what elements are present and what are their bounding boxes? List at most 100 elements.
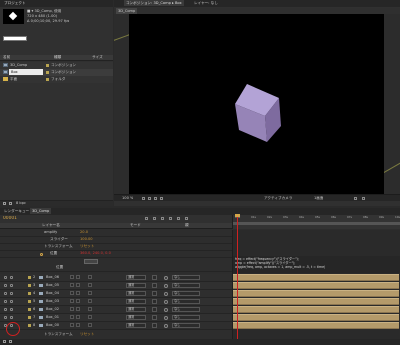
layer-row[interactable]: 3 Box_05 通常 なし <box>0 282 232 290</box>
twirl-icon[interactable] <box>22 276 25 279</box>
collapse-switch[interactable] <box>76 323 80 327</box>
twirl-icon[interactable] <box>22 324 25 327</box>
tab-3d-comp-timeline[interactable]: 3D_Comp <box>30 208 52 214</box>
eye-icon[interactable] <box>4 292 7 295</box>
trkmat-switch[interactable] <box>152 283 157 288</box>
layer-duration-bar[interactable] <box>233 298 399 305</box>
trkmat-switch[interactable] <box>152 323 157 328</box>
property-row[interactable]: amplify 20.0 <box>0 230 232 237</box>
label-swatch[interactable] <box>28 316 31 319</box>
label-swatch[interactable] <box>46 78 49 81</box>
toggle-modes-icon[interactable] <box>9 340 12 343</box>
snapshot-icon[interactable] <box>154 197 157 200</box>
layer-row[interactable]: 6 Box_02 通常 なし <box>0 306 232 314</box>
trkmat-switch[interactable] <box>152 291 157 296</box>
layer-duration-bar[interactable] <box>233 314 399 321</box>
eye-icon[interactable] <box>4 284 7 287</box>
solo-icon[interactable] <box>10 316 13 319</box>
trkmat-switch[interactable] <box>152 315 157 320</box>
layer-row[interactable]: 8 Box_00 通常 なし <box>0 322 232 330</box>
shy-icon[interactable] <box>161 217 164 220</box>
col-parent[interactable]: 親 <box>185 223 189 228</box>
shy-switch[interactable] <box>70 283 74 287</box>
layer-name[interactable]: Box_04 <box>46 291 59 296</box>
tab-layer[interactable]: レイヤー: なし <box>192 0 220 6</box>
search-field[interactable] <box>3 36 27 41</box>
shy-switch[interactable] <box>70 307 74 311</box>
new-folder-icon[interactable] <box>9 202 12 205</box>
label-swatch[interactable] <box>28 308 31 311</box>
pickwhip-icon[interactable] <box>164 292 168 296</box>
solo-icon[interactable] <box>10 308 13 311</box>
col-name[interactable]: 名前 <box>3 55 10 60</box>
layer-duration-bar[interactable] <box>233 306 399 313</box>
comp-viewer[interactable] <box>129 14 384 194</box>
twirl-icon[interactable] <box>22 284 25 287</box>
layer-row[interactable]: 7 Box_01 通常 なし <box>0 314 232 322</box>
trkmat-switch[interactable] <box>152 299 157 304</box>
collapse-switch[interactable] <box>76 307 80 311</box>
layer-name[interactable]: Box_03 <box>46 299 59 304</box>
3d-switch[interactable] <box>88 283 92 287</box>
layer-name[interactable]: Box_06 <box>46 275 59 280</box>
property-row[interactable]: 位置 360.0, 240.0, 0.0 <box>0 251 232 258</box>
shy-switch[interactable] <box>70 323 74 327</box>
twirl-icon[interactable] <box>22 300 25 303</box>
playhead-handle[interactable] <box>235 214 240 217</box>
label-swatch[interactable] <box>28 284 31 287</box>
property-value[interactable]: 360.0, 240.0, 0.0 <box>80 251 111 256</box>
project-item[interactable]: Box コンポジション <box>0 69 113 76</box>
comp-mini-flowchart-icon[interactable] <box>145 217 148 220</box>
eye-icon[interactable] <box>4 276 7 279</box>
layer-name[interactable]: Box_02 <box>46 307 59 312</box>
camera-menu[interactable]: アクティブカメラ <box>264 196 292 201</box>
tab-project[interactable]: プロジェクト <box>2 0 28 6</box>
label-swatch[interactable] <box>46 64 49 67</box>
layer-name[interactable]: Box_01 <box>46 315 59 320</box>
twirl-icon[interactable] <box>22 292 25 295</box>
label-swatch[interactable] <box>28 300 31 303</box>
motion-blur-icon[interactable] <box>177 217 180 220</box>
channel-icon[interactable] <box>160 197 163 200</box>
col-layer-name[interactable]: レイヤー名 <box>42 223 60 228</box>
layer-row[interactable]: 4 Box_04 通常 なし <box>0 290 232 298</box>
col-type[interactable]: 種類 <box>54 55 61 60</box>
tab-composition[interactable]: コンポジション: 3D_Comp ▸ Box <box>124 0 184 6</box>
label-swatch[interactable] <box>28 276 31 279</box>
property-row[interactable]: スライダー 100.00 <box>0 237 232 244</box>
3d-switch[interactable] <box>88 323 92 327</box>
zoom-menu[interactable]: 100 % <box>122 196 133 201</box>
trkmat-switch[interactable] <box>152 307 157 312</box>
eye-icon[interactable] <box>4 300 7 303</box>
label-swatch[interactable] <box>28 324 31 327</box>
3d-switch[interactable] <box>88 307 92 311</box>
layer-duration-bar[interactable] <box>233 274 399 281</box>
layer-row[interactable]: 2 Box_06 通常 なし <box>0 274 232 282</box>
eye-icon[interactable] <box>4 308 7 311</box>
current-time[interactable]: 00001 <box>3 216 17 221</box>
layer-name[interactable]: Box_05 <box>46 283 59 288</box>
label-swatch[interactable] <box>46 71 49 74</box>
label-swatch[interactable] <box>28 292 31 295</box>
collapse-switch[interactable] <box>76 291 80 295</box>
layer-row[interactable]: 5 Box_03 通常 なし <box>0 298 232 306</box>
tab-render-queue[interactable]: レンダーキュー <box>2 208 31 214</box>
property-value[interactable]: 100.00 <box>80 237 93 242</box>
property-value[interactable]: リセット <box>80 332 94 337</box>
pickwhip-icon[interactable] <box>164 324 168 328</box>
toggle-switches-icon[interactable] <box>3 340 6 343</box>
playhead[interactable] <box>237 215 238 341</box>
eye-icon[interactable] <box>4 316 7 319</box>
collapse-switch[interactable] <box>76 315 80 319</box>
property-row[interactable]: トランスフォーム リセット <box>0 244 232 251</box>
col-mode[interactable]: モード <box>130 223 141 228</box>
pickwhip-icon[interactable] <box>164 300 168 304</box>
layer-duration-bar[interactable] <box>233 290 399 297</box>
project-item[interactable]: 平面 フォルダ <box>0 76 113 83</box>
3d-switch[interactable] <box>88 299 92 303</box>
frame-blend-icon[interactable] <box>169 217 172 220</box>
shy-switch[interactable] <box>70 315 74 319</box>
stopwatch-icon[interactable] <box>40 253 43 256</box>
timeline-graph[interactable]: freq = effect("frequency")("スライダー"); amp… <box>232 214 400 341</box>
work-area-bar[interactable] <box>233 222 400 225</box>
